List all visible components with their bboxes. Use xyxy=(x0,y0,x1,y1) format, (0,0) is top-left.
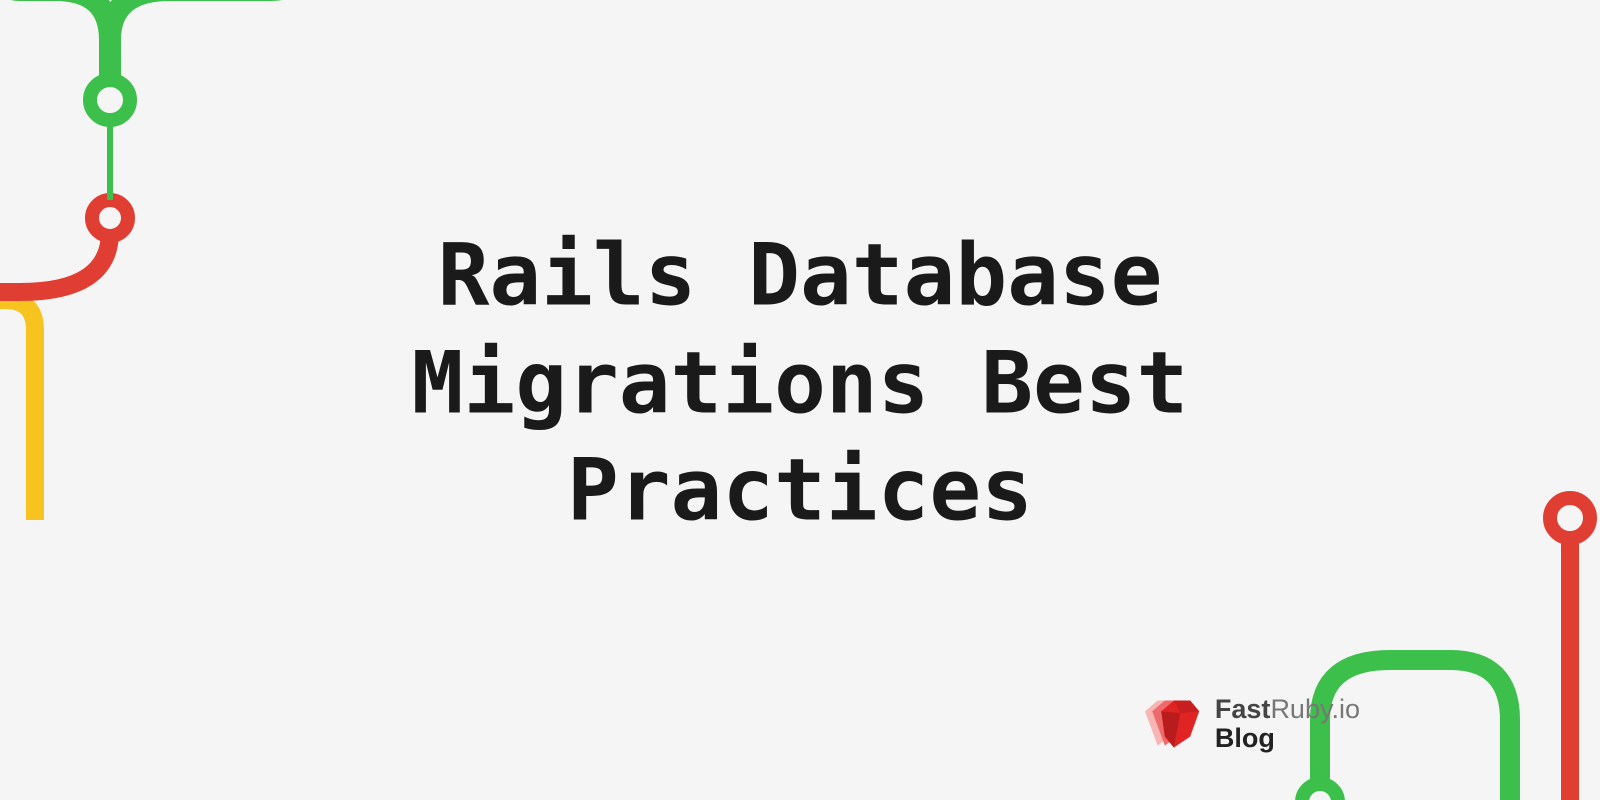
page-title: Rails Database Migrations Best Practices xyxy=(412,223,1189,546)
brand-line2: Blog xyxy=(1215,724,1360,752)
brand-block: FastRuby.io Blog xyxy=(1145,695,1360,752)
ruby-icon xyxy=(1145,696,1201,752)
brand-line1: FastRuby.io xyxy=(1215,695,1360,723)
decor-top-left xyxy=(0,0,320,520)
